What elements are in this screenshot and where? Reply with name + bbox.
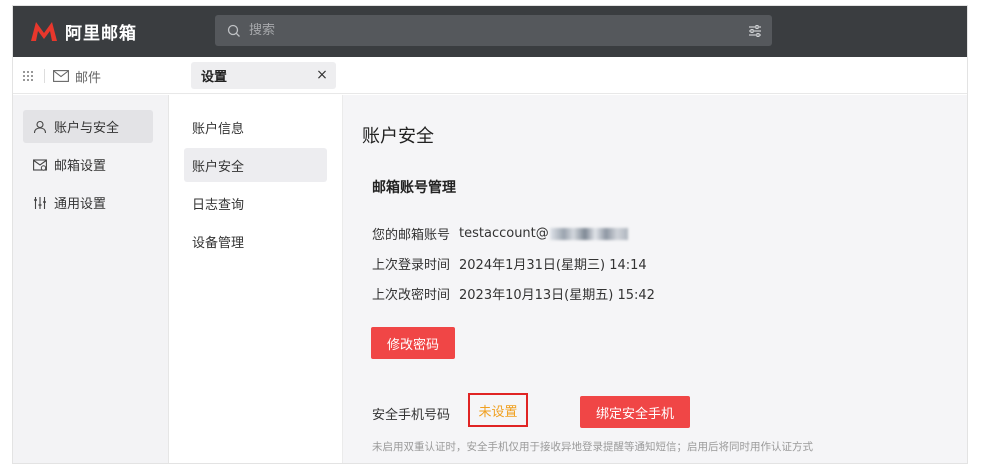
nav-item-general-settings[interactable]: 通用设置 [23,186,153,219]
last-password-change-label: 上次改密时间 [372,288,451,303]
account-value-text: testaccount@ [459,226,549,241]
search-input[interactable] [249,23,729,38]
nav-item-label: 邮箱设置 [54,159,107,174]
sub-item-account-info[interactable]: 账户信息 [184,110,327,144]
main-content: 账户安全 邮箱账号管理 您的邮箱账号 testaccount@ 上次登录时间 2… [343,95,967,463]
close-icon[interactable]: × [316,68,328,82]
tab-mail[interactable]: 邮件 [53,66,101,86]
page-title: 账户安全 [362,126,434,147]
last-login-value: 2024年1月31日(星期三) 14:14 [459,258,647,273]
app-window: 阿里邮箱 搜索 邮件 设置 × 账户与安全 邮箱设置 通用设置 账户信息 账户安… [12,5,968,464]
nav-item-account-security[interactable]: 账户与安全 [23,110,153,143]
search-bar[interactable] [215,15,772,46]
tab-divider [44,69,45,83]
logo[interactable]: 阿里邮箱 [29,18,137,44]
section-title: 邮箱账号管理 [372,180,456,196]
tab-settings-label: 设置 [201,70,228,85]
settings-category-nav: 账户与安全 邮箱设置 通用设置 [13,95,169,463]
bind-phone-button[interactable]: 绑定安全手机 [580,396,690,428]
tab-bar: 邮件 设置 × [13,57,967,94]
tab-settings[interactable]: 设置 × [191,62,336,89]
last-password-change-value: 2023年10月13日(星期五) 15:42 [459,288,655,303]
nav-item-label: 通用设置 [54,197,107,212]
logo-text: 阿里邮箱 [65,23,137,44]
filter-icon[interactable] [748,24,762,38]
account-value: testaccount@ [459,226,628,241]
app-grid-icon[interactable] [22,70,34,82]
change-password-button[interactable]: 修改密码 [371,327,455,359]
account-label: 您的邮箱账号 [372,228,451,243]
aliyun-mail-logo-icon [31,22,57,41]
tab-mail-label: 邮件 [75,70,102,86]
security-phone-hint: 未启用双重认证时，安全手机仅用于接收异地登录提醒等通知短信；启用后将同时用作认证… [372,441,813,453]
search-icon [227,24,240,37]
sub-item-device-management[interactable]: 设备管理 [184,224,327,258]
settings-sub-nav: 账户信息 账户安全 日志查询 设备管理 [169,95,343,463]
mail-icon [53,70,69,82]
security-phone-label: 安全手机号码 [372,408,451,423]
last-login-row: 上次登录时间 2024年1月31日(星期三) 14:14 [372,254,647,273]
nav-item-label: 账户与安全 [54,121,120,136]
user-icon [33,120,47,133]
nav-item-mailbox-settings[interactable]: 邮箱设置 [23,148,153,181]
account-row: 您的邮箱账号 testaccount@ [372,224,628,243]
last-password-change-row: 上次改密时间 2023年10月13日(星期五) 15:42 [372,284,655,303]
top-header: 阿里邮箱 [13,6,967,57]
phone-status-unset: 未设置 [468,393,528,427]
redacted-domain [549,227,628,240]
sub-item-account-security[interactable]: 账户安全 [184,148,327,182]
sub-item-log-query[interactable]: 日志查询 [184,186,327,220]
mail-settings-icon [33,158,47,171]
sliders-icon [34,196,46,209]
last-login-label: 上次登录时间 [372,258,451,273]
